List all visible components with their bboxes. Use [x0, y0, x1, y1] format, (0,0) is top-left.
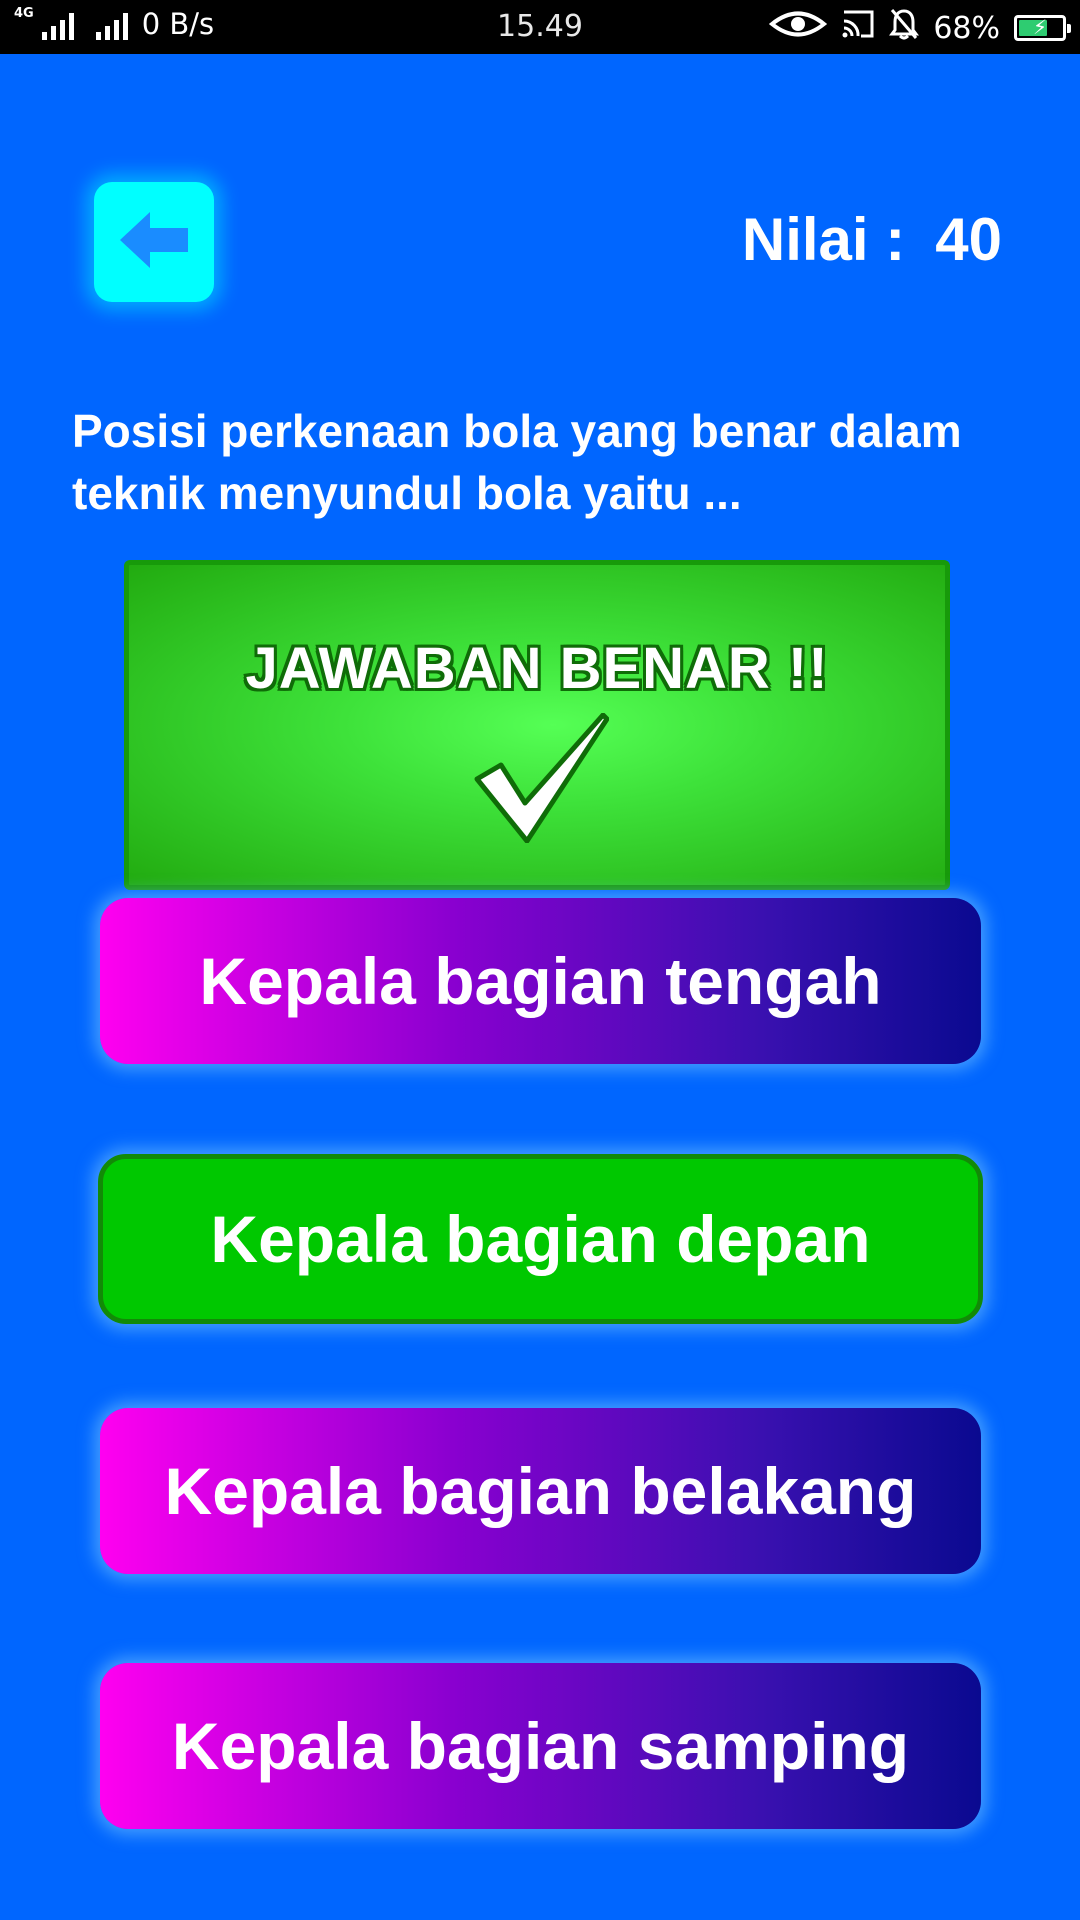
back-button[interactable]	[94, 182, 214, 302]
arrow-left-icon	[118, 210, 190, 275]
feedback-title: JAWABAN BENAR !!	[245, 636, 829, 701]
cast-icon	[841, 9, 875, 47]
question-text: Posisi perkenaan bola yang benar dalam t…	[72, 405, 962, 519]
status-bar: 4G 0 B/s 15.49 68% ⚡	[0, 0, 1080, 54]
score-value: 40	[935, 206, 1002, 273]
status-bar-right: 68% ⚡	[769, 8, 1071, 48]
feedback-panel: JAWABAN BENAR !!	[124, 560, 950, 890]
answer-option-1[interactable]: Kepala bagian tengah	[100, 898, 981, 1064]
checkmark-icon	[473, 712, 610, 848]
answer-option-4[interactable]: Kepala bagian samping	[100, 1663, 981, 1829]
score-display: Nilai : 40	[742, 200, 1002, 280]
answer-option-3[interactable]: Kepala bagian belakang	[100, 1408, 981, 1574]
battery-charging-icon: ⚡	[1014, 15, 1071, 41]
answer-option-2-correct[interactable]: Kepala bagian depan	[98, 1154, 983, 1324]
bell-off-icon	[889, 8, 920, 48]
score-label: Nilai :	[741, 206, 906, 273]
eye-icon	[769, 9, 828, 47]
battery-percent: 68%	[933, 10, 1000, 46]
charging-bolt-icon: ⚡	[1032, 15, 1048, 39]
